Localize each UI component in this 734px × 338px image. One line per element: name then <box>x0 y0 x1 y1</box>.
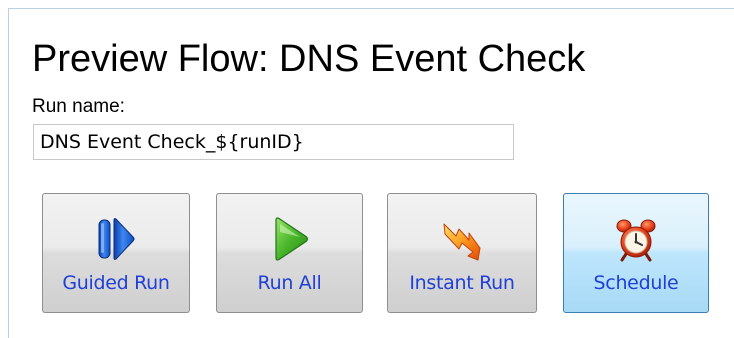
play-icon <box>270 216 310 262</box>
guided-run-icon <box>96 216 136 262</box>
run-all-button[interactable]: Run All <box>216 193 363 313</box>
lightning-bolt-icon <box>442 216 482 262</box>
run-all-label: Run All <box>257 272 322 294</box>
page-title: Preview Flow: DNS Event Check <box>32 38 586 80</box>
instant-run-label: Instant Run <box>409 272 515 294</box>
run-name-input[interactable] <box>33 124 514 160</box>
guided-run-label: Guided Run <box>62 272 170 294</box>
run-name-label: Run name: <box>32 96 125 117</box>
schedule-label: Schedule <box>593 272 679 294</box>
alarm-clock-icon <box>616 216 656 262</box>
schedule-button[interactable]: Schedule <box>563 193 709 313</box>
instant-run-button[interactable]: Instant Run <box>387 193 537 313</box>
guided-run-button[interactable]: Guided Run <box>42 193 190 313</box>
